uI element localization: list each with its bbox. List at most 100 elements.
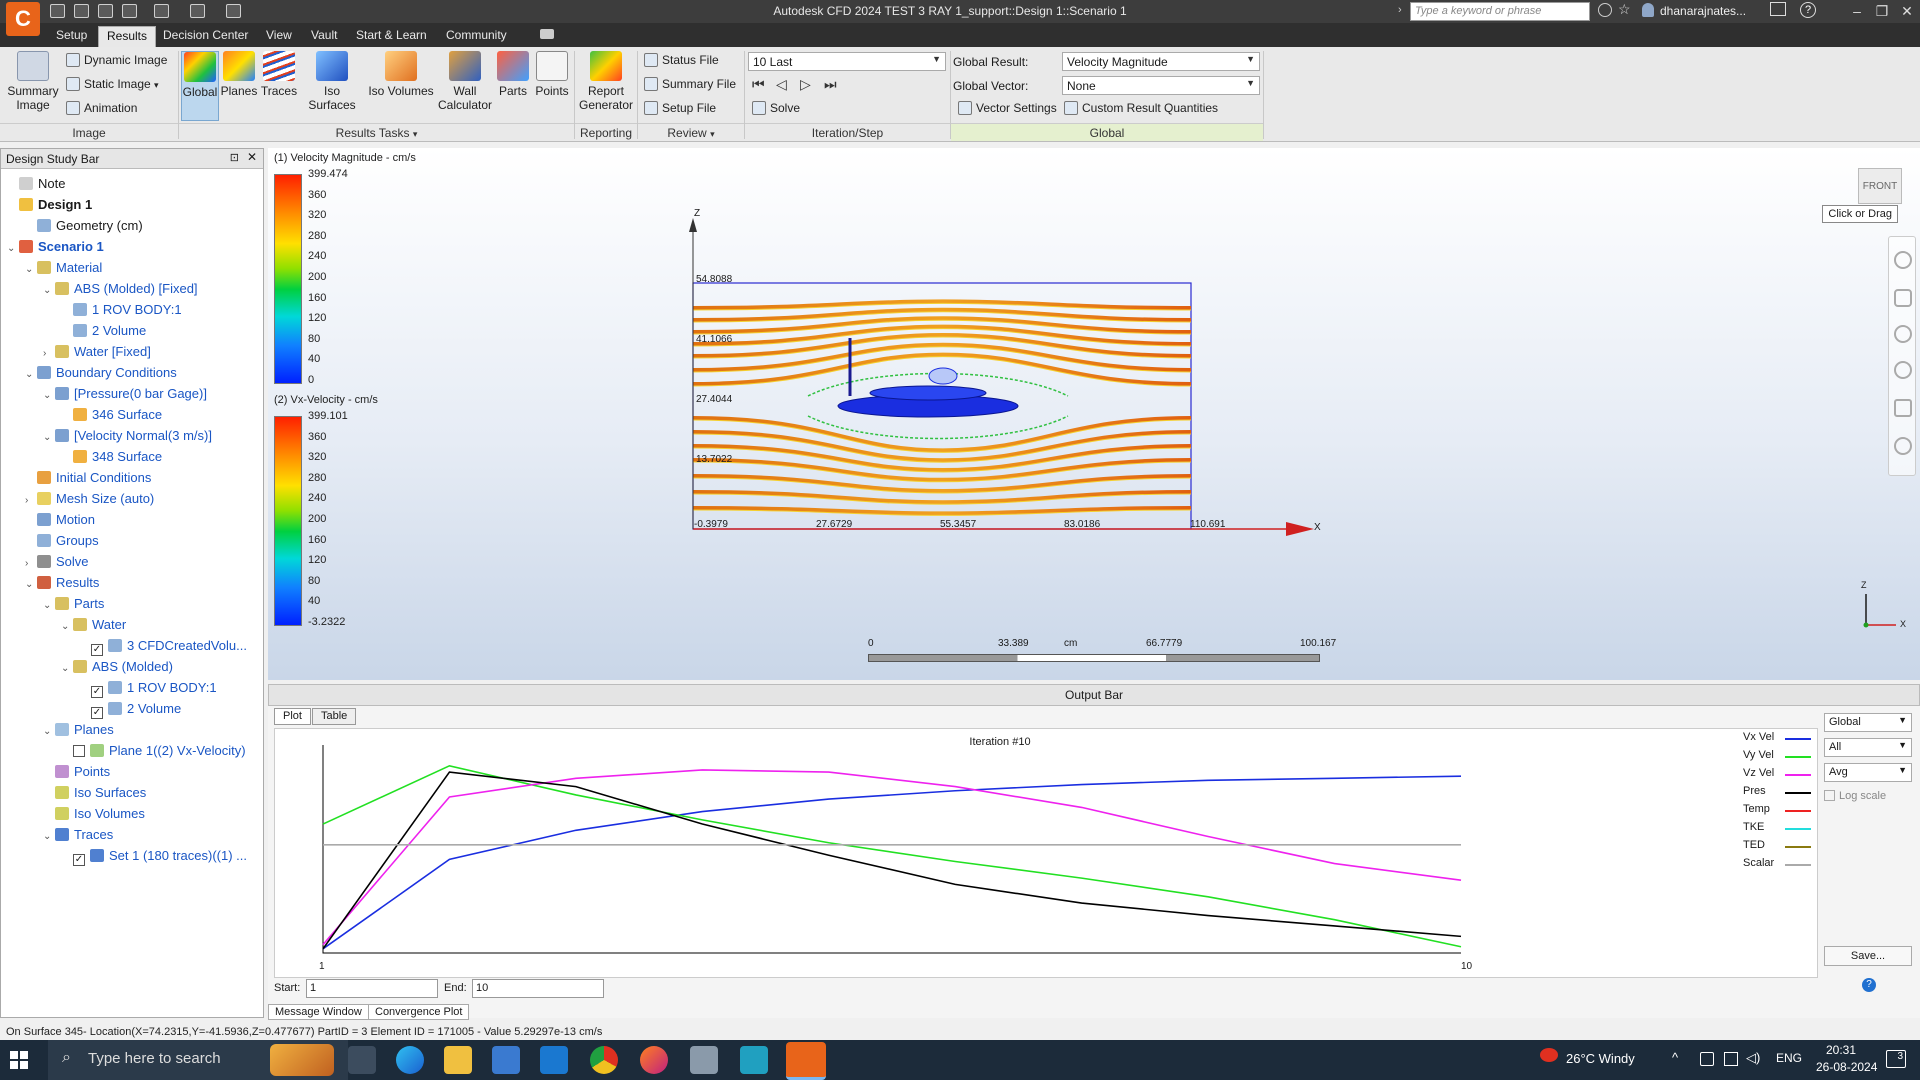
log-scale-checkbox[interactable]: Log scale xyxy=(1824,790,1886,802)
firefox-icon[interactable] xyxy=(640,1046,668,1074)
tree-item[interactable]: › Mesh Size (auto) xyxy=(7,488,261,509)
viewcube[interactable]: FRONT xyxy=(1858,168,1902,204)
static-image-button[interactable]: Static Image ▾ xyxy=(66,77,159,97)
next-step-icon[interactable]: ▷ xyxy=(800,76,811,93)
tree-item[interactable]: Design 1 xyxy=(7,194,261,215)
tab-start-learn[interactable]: Start & Learn xyxy=(348,26,435,47)
tree-item[interactable]: Points xyxy=(7,761,261,782)
visibility-checkbox[interactable] xyxy=(73,745,85,757)
tab-decision-center[interactable]: Decision Center xyxy=(155,26,256,47)
expand-toggle-icon[interactable]: ⌄ xyxy=(43,280,55,301)
expand-toggle-icon[interactable]: ⌄ xyxy=(43,721,55,742)
steering-wheel-icon[interactable] xyxy=(1894,251,1912,269)
visibility-checkbox[interactable]: ✓ xyxy=(91,644,103,656)
tree-item[interactable]: ✓ Set 1 (180 traces)((1) ... xyxy=(7,845,261,866)
expand-toggle-icon[interactable]: ⌄ xyxy=(61,616,73,637)
tree-item[interactable]: Geometry (cm) xyxy=(7,215,261,236)
mode-select[interactable]: Avg ▼ xyxy=(1824,763,1912,782)
close-button[interactable]: ✕ xyxy=(1895,1,1919,21)
camera-icon[interactable] xyxy=(540,29,554,39)
summary-image-button[interactable]: Summary Image xyxy=(4,51,62,121)
iso-surfaces-button[interactable]: Iso Surfaces xyxy=(299,51,365,121)
close-icon[interactable]: ✕ xyxy=(247,150,257,164)
app-window-icon[interactable] xyxy=(690,1046,718,1074)
new-file-icon[interactable] xyxy=(50,4,65,18)
tab-results[interactable]: Results xyxy=(98,26,157,47)
look-at-icon[interactable] xyxy=(1894,437,1912,455)
battery-icon[interactable] xyxy=(1724,1052,1738,1066)
help-icon[interactable]: ? xyxy=(1862,978,1876,992)
setup-file-button[interactable]: Setup File xyxy=(644,101,716,121)
file-explorer-icon[interactable] xyxy=(444,1046,472,1074)
panel-label-review[interactable]: Review ▾ xyxy=(638,123,744,141)
orbit-icon[interactable] xyxy=(1894,361,1912,379)
tree-item[interactable]: ⌄ Parts xyxy=(7,593,261,614)
clock-date[interactable]: 26-08-2024 xyxy=(1816,1060,1877,1074)
maximize-button[interactable]: ❐ xyxy=(1870,1,1894,21)
summary-file-button[interactable]: Summary File xyxy=(644,77,736,97)
points-button[interactable]: Points xyxy=(533,51,571,121)
expand-toggle-icon[interactable]: › xyxy=(25,553,37,574)
tree-item[interactable]: 346 Surface xyxy=(7,404,261,425)
solve-button[interactable]: Solve xyxy=(752,101,800,121)
cart-icon[interactable] xyxy=(1770,2,1786,16)
expand-toggle-icon[interactable]: ⌄ xyxy=(43,385,55,406)
tree-item[interactable]: Iso Volumes xyxy=(7,803,261,824)
tree-item[interactable]: Plane 1((2) Vx-Velocity) xyxy=(7,740,261,761)
expand-toggle-icon[interactable]: ⌄ xyxy=(25,259,37,280)
notification-center-icon[interactable]: 3 xyxy=(1886,1050,1906,1068)
save-all-icon[interactable] xyxy=(122,4,137,18)
favorites-star-icon[interactable]: ☆ xyxy=(1618,1,1631,18)
window-icon[interactable] xyxy=(190,4,205,18)
tree-item[interactable]: ⌄ ABS (Molded) xyxy=(7,656,261,677)
weather-text[interactable]: 26°C Windy xyxy=(1566,1051,1635,1066)
cfd-app-icon[interactable] xyxy=(740,1046,768,1074)
wall-calculator-button[interactable]: Wall Calculator xyxy=(437,51,493,121)
expand-toggle-icon[interactable]: ⌄ xyxy=(25,574,37,595)
tree-item[interactable]: Initial Conditions xyxy=(7,467,261,488)
panel-label-results-tasks[interactable]: Results Tasks ▾ xyxy=(179,123,574,141)
tree-item[interactable]: Groups xyxy=(7,530,261,551)
tab-plot[interactable]: Plot xyxy=(274,708,311,725)
visibility-checkbox[interactable]: ✓ xyxy=(91,707,103,719)
tree-item[interactable]: ✓ 2 Volume xyxy=(7,698,261,719)
tree-item[interactable]: ⌄ [Velocity Normal(3 m/s)] xyxy=(7,425,261,446)
tree-item[interactable]: Iso Surfaces xyxy=(7,782,261,803)
tree-item[interactable]: 2 Volume xyxy=(7,320,261,341)
tab-view[interactable]: View xyxy=(258,26,300,47)
expand-toggle-icon[interactable]: ⌄ xyxy=(61,658,73,679)
tab-table[interactable]: Table xyxy=(312,708,357,725)
tree-item[interactable]: ⌄ Water xyxy=(7,614,261,635)
tree-item[interactable]: ⌄ Material xyxy=(7,257,261,278)
visibility-checkbox[interactable]: ✓ xyxy=(91,686,103,698)
tree-item[interactable]: 348 Surface xyxy=(7,446,261,467)
previous-step-icon[interactable]: ◁ xyxy=(776,76,787,93)
tree-item[interactable]: ⌄ Traces xyxy=(7,824,261,845)
traces-button[interactable]: Traces xyxy=(260,51,298,121)
global-button[interactable]: Global xyxy=(181,51,219,121)
start-input[interactable]: 1 xyxy=(306,979,438,998)
minimize-button[interactable]: – xyxy=(1845,1,1869,21)
tree-item[interactable]: ✓ 3 CFDCreatedVolu... xyxy=(7,635,261,656)
planes-button[interactable]: Planes xyxy=(220,51,258,121)
3d-viewport[interactable]: (1) Velocity Magnitude - cm/s 399.474 360… xyxy=(268,148,1920,680)
zoom-icon[interactable] xyxy=(1894,325,1912,343)
save-button[interactable]: Save... xyxy=(1824,946,1912,966)
tree-item[interactable]: ✓ 1 ROV BODY:1 xyxy=(7,677,261,698)
task-view-icon[interactable] xyxy=(348,1046,376,1074)
report-generator-button[interactable]: Report Generator xyxy=(578,51,634,121)
tab-message-window[interactable]: Message Window xyxy=(268,1004,369,1020)
language-indicator[interactable]: ENG xyxy=(1776,1051,1802,1065)
expand-toggle-icon[interactable]: ⌄ xyxy=(43,427,55,448)
undo-icon[interactable] xyxy=(154,4,169,18)
network-icon[interactable] xyxy=(1700,1052,1714,1066)
vector-settings-button[interactable]: Vector Settings xyxy=(958,101,1057,121)
tree-item[interactable]: Note xyxy=(7,173,261,194)
animation-button[interactable]: Animation xyxy=(66,101,137,121)
tree-item[interactable]: ⌄ Results xyxy=(7,572,261,593)
mail-icon[interactable] xyxy=(540,1046,568,1074)
edge-browser-icon[interactable] xyxy=(396,1046,424,1074)
tree-item[interactable]: › Water [Fixed] xyxy=(7,341,261,362)
clock-time[interactable]: 20:31 xyxy=(1826,1043,1856,1057)
pan-icon[interactable] xyxy=(1894,289,1912,307)
